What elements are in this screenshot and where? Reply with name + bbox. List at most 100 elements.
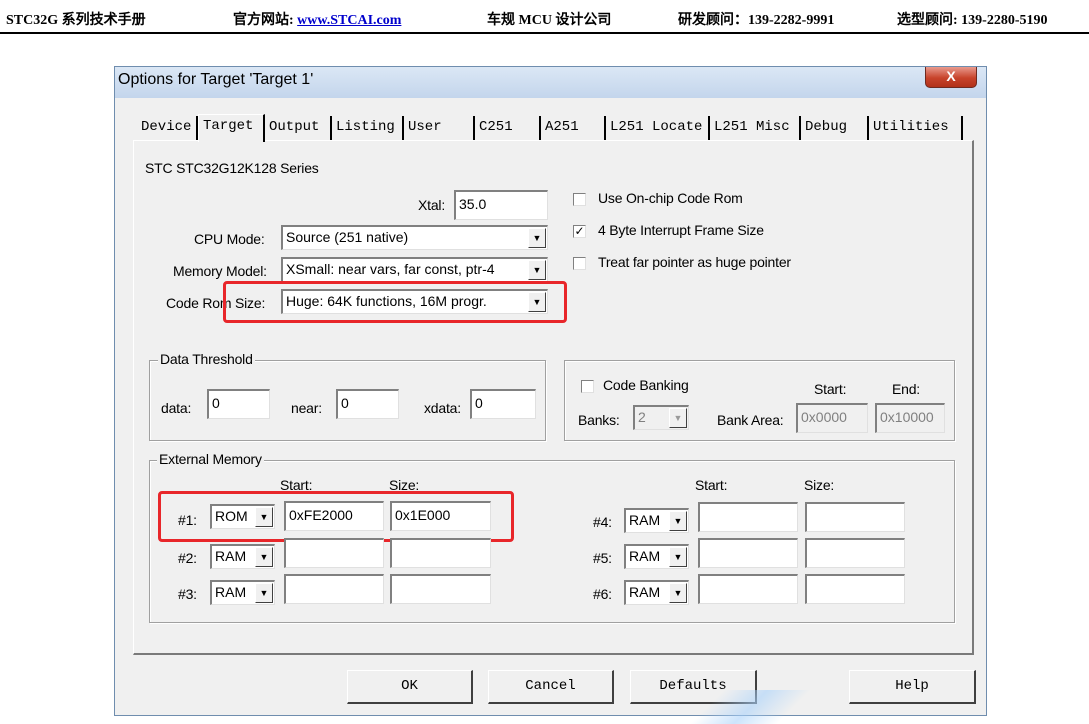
banks-value: 2 — [638, 409, 646, 425]
tab-a251[interactable]: A251 — [541, 116, 606, 140]
website-label: 官方网站: — [233, 13, 298, 28]
ext-row4-start-input[interactable] — [698, 502, 798, 532]
website-info: 官方网站: www.STCAI.com — [233, 9, 401, 29]
ext-size-header-right: Size: — [804, 477, 835, 493]
bank-start-header: Start: — [814, 381, 847, 397]
tab-output[interactable]: Output — [265, 116, 332, 140]
bank-area-label: Bank Area: — [717, 412, 784, 428]
bank-end-header: End: — [892, 381, 920, 397]
near-label: near: — [291, 400, 322, 416]
memory-model-select[interactable]: XSmall: near vars, far const, ptr-4 ▼ — [281, 257, 548, 282]
ext-row5-type: RAM — [629, 548, 661, 564]
tab-device[interactable]: Device — [137, 116, 198, 140]
tab-utilities[interactable]: Utilities — [869, 116, 963, 140]
document-header: STC32G 系列技术手册 官方网站: www.STCAI.com 车规 MCU… — [0, 0, 1089, 34]
ext-row6-label: #6: — [593, 586, 612, 602]
ext-row5-label: #5: — [593, 550, 612, 566]
xtal-input[interactable]: 35.0 — [454, 190, 548, 220]
close-button[interactable]: X — [925, 67, 977, 88]
rd-consultant: 研发顾问：139-2282-9991 — [678, 13, 835, 28]
bank-end-input[interactable]: 0x10000 — [875, 403, 945, 433]
chevron-down-icon[interactable]: ▼ — [255, 583, 273, 603]
use-onchip-code-rom-label: Use On-chip Code Rom — [598, 190, 743, 206]
ext-row6-type: RAM — [629, 584, 661, 600]
options-dialog: Options for Target 'Target 1' X Device T… — [114, 66, 987, 716]
doc-title: STC32G 系列技术手册 — [6, 13, 146, 28]
ext-row4-size-input[interactable] — [805, 502, 905, 532]
ext-row2-type-select[interactable]: RAM ▼ — [210, 544, 275, 569]
xtal-label: Xtal: — [418, 197, 446, 213]
chevron-down-icon[interactable]: ▼ — [669, 511, 687, 531]
ext-row6-start-input[interactable] — [698, 574, 798, 604]
banks-select[interactable]: 2 ▼ — [633, 405, 689, 430]
near-input[interactable]: 0 — [336, 389, 399, 419]
ext-row5-size-input[interactable] — [805, 538, 905, 568]
four-byte-interrupt-label: 4 Byte Interrupt Frame Size — [598, 222, 764, 238]
tab-target[interactable]: Target — [198, 114, 265, 142]
ext-row1-highlight — [158, 491, 514, 542]
code-banking-checkbox[interactable] — [581, 380, 594, 393]
close-icon: X — [946, 68, 956, 84]
device-name: STC STC32G12K128 Series — [145, 160, 319, 176]
data-label: data: — [161, 400, 192, 416]
ext-row3-start-input[interactable] — [284, 574, 384, 604]
ext-row2-start-input[interactable] — [284, 538, 384, 568]
checkmark-icon: ✓ — [574, 224, 585, 238]
ext-row2-size-input[interactable] — [390, 538, 491, 568]
company-tagline: 车规 MCU 设计公司 — [487, 13, 612, 28]
memory-model-label: Memory Model: — [173, 263, 267, 279]
chevron-down-icon[interactable]: ▼ — [528, 260, 546, 280]
ext-row3-label: #3: — [178, 586, 197, 602]
chevron-down-icon[interactable]: ▼ — [528, 228, 546, 248]
bank-start-input[interactable]: 0x0000 — [796, 403, 868, 433]
ext-row2-label: #2: — [178, 550, 197, 566]
use-onchip-code-rom-checkbox[interactable] — [573, 193, 586, 206]
dialog-title: Options for Target 'Target 1' — [118, 71, 314, 88]
help-button[interactable]: Help — [849, 670, 976, 704]
data-input[interactable]: 0 — [207, 389, 270, 419]
chevron-down-icon[interactable]: ▼ — [669, 583, 687, 603]
ext-row4-label: #4: — [593, 514, 612, 530]
ext-row3-type: RAM — [215, 584, 247, 600]
chevron-down-icon[interactable]: ▼ — [669, 408, 687, 428]
data-threshold-title: Data Threshold — [158, 351, 255, 367]
ext-row5-start-input[interactable] — [698, 538, 798, 568]
ext-start-header-right: Start: — [695, 477, 728, 493]
selection-consultant: 选型顾问: 139-2280-5190 — [897, 13, 1048, 28]
ext-row2-type: RAM — [215, 548, 247, 564]
tab-c251[interactable]: C251 — [475, 116, 541, 140]
tab-user[interactable]: User — [404, 116, 475, 140]
code-banking-label: Code Banking — [603, 377, 689, 393]
ext-row4-type-select[interactable]: RAM ▼ — [624, 508, 689, 533]
xdata-label: xdata: — [424, 400, 461, 416]
ext-row3-size-input[interactable] — [390, 574, 491, 604]
tab-debug[interactable]: Debug — [801, 116, 869, 140]
treat-far-pointer-checkbox[interactable] — [573, 257, 586, 270]
tab-l251-locate[interactable]: L251 Locate — [606, 116, 710, 140]
chevron-down-icon[interactable]: ▼ — [255, 547, 273, 567]
code-rom-highlight — [223, 281, 567, 323]
watermark-decoration — [672, 690, 812, 724]
ext-row6-size-input[interactable] — [805, 574, 905, 604]
dialog-titlebar[interactable]: Options for Target 'Target 1' X — [115, 67, 986, 98]
banks-label: Banks: — [578, 412, 620, 428]
website-link[interactable]: www.STCAI.com — [297, 13, 401, 28]
ext-row5-type-select[interactable]: RAM ▼ — [624, 544, 689, 569]
cpu-mode-select[interactable]: Source (251 native) ▼ — [281, 225, 548, 250]
ext-row3-type-select[interactable]: RAM ▼ — [210, 580, 275, 605]
cpu-mode-label: CPU Mode: — [194, 231, 265, 247]
tab-listing[interactable]: Listing — [332, 116, 404, 140]
cpu-mode-value: Source (251 native) — [286, 229, 409, 245]
ok-button[interactable]: OK — [347, 670, 473, 704]
ext-row6-type-select[interactable]: RAM ▼ — [624, 580, 689, 605]
chevron-down-icon[interactable]: ▼ — [669, 547, 687, 567]
tab-l251-misc[interactable]: L251 Misc — [710, 116, 801, 140]
four-byte-interrupt-checkbox[interactable]: ✓ — [573, 225, 586, 238]
ext-row4-type: RAM — [629, 512, 661, 528]
external-memory-title: External Memory — [157, 451, 264, 467]
cancel-button[interactable]: Cancel — [488, 670, 614, 704]
memory-model-value: XSmall: near vars, far const, ptr-4 — [286, 261, 495, 277]
xdata-input[interactable]: 0 — [470, 389, 536, 419]
dialog-client-area: Device Target Output Listing User C251 A… — [121, 98, 981, 710]
treat-far-pointer-label: Treat far pointer as huge pointer — [598, 254, 791, 270]
